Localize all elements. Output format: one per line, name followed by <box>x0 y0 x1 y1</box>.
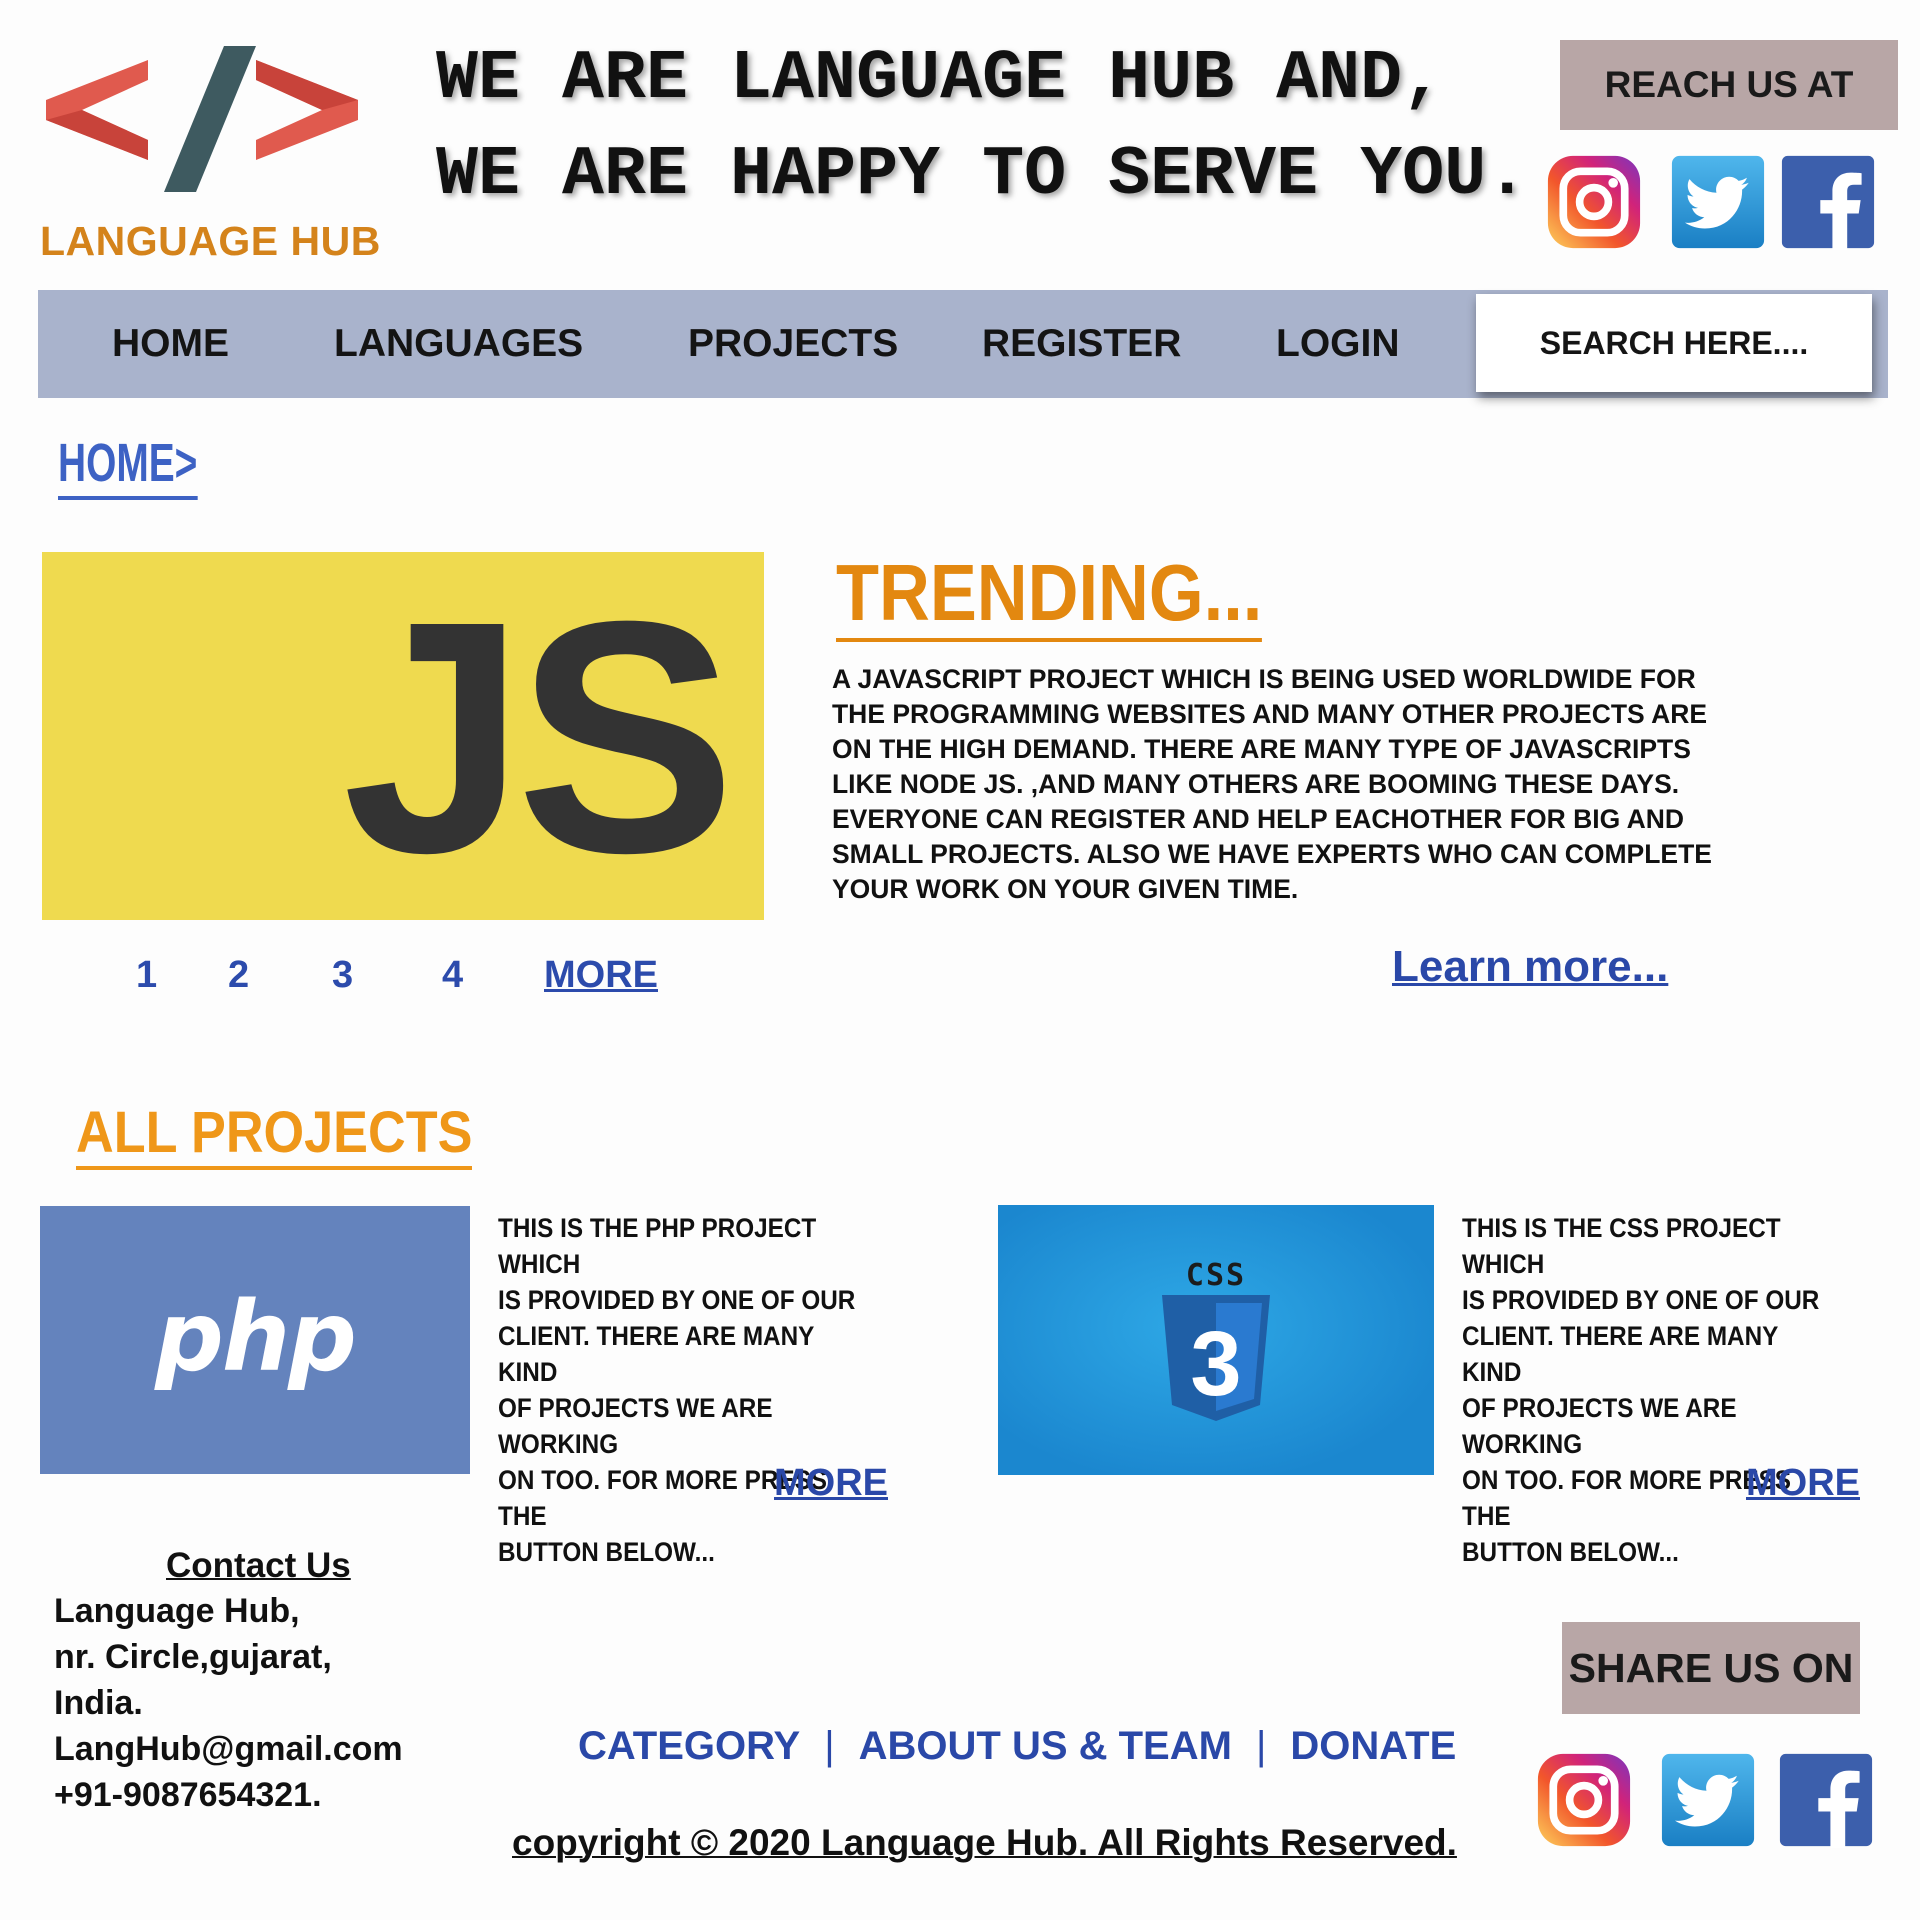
share-us-label: SHARE US ON <box>1562 1622 1860 1714</box>
tagline-line-2: WE ARE HAPPY TO SERVE YOU. <box>436 136 1529 215</box>
tagline-line-1: WE ARE LANGUAGE HUB AND, <box>436 40 1445 119</box>
css-project-image[interactable]: CSS 3 <box>998 1205 1434 1475</box>
css-more-link[interactable]: MORE <box>1746 1462 1860 1505</box>
tagline: WE ARE LANGUAGE HUB AND, WE ARE HAPPY TO… <box>436 32 1528 224</box>
css-project-description: THIS IS THE CSS PROJECT WHICH IS PROVIDE… <box>1462 1213 1820 1567</box>
footer-link-about-team[interactable]: ABOUT US & TEAM <box>859 1724 1232 1768</box>
facebook-icon[interactable] <box>1778 1752 1874 1848</box>
pager-more-link[interactable]: MORE <box>544 954 658 997</box>
trending-title: TRENDING... <box>836 548 1263 642</box>
php-more-link[interactable]: MORE <box>774 1462 888 1505</box>
reach-us-label: REACH US AT <box>1560 40 1898 130</box>
js-logo-text: JS <box>342 552 736 921</box>
pager-4[interactable]: 4 <box>442 954 463 997</box>
contact-country: India. <box>54 1684 143 1722</box>
facebook-icon[interactable] <box>1780 154 1876 250</box>
nav-login[interactable]: LOGIN <box>1276 290 1400 398</box>
all-projects-title: ALL PROJECTS <box>76 1100 473 1170</box>
pager-2[interactable]: 2 <box>228 954 249 997</box>
breadcrumb[interactable]: HOME> <box>58 432 198 500</box>
twitter-icon[interactable] <box>1660 1752 1756 1848</box>
pager-3[interactable]: 3 <box>332 954 353 997</box>
contact-address: nr. Circle,gujarat, <box>54 1638 332 1676</box>
contact-name: Language Hub, <box>54 1592 300 1630</box>
nav-languages[interactable]: LANGUAGES <box>334 290 583 398</box>
contact-phone: +91-9087654321. <box>54 1776 322 1814</box>
code-brackets-icon <box>46 46 358 192</box>
footer-separator: | <box>1255 1724 1267 1768</box>
php-project-description: THIS IS THE PHP PROJECT WHICH IS PROVIDE… <box>498 1213 856 1567</box>
footer-link-donate[interactable]: DONATE <box>1290 1724 1456 1768</box>
contact-us-title: Contact Us <box>166 1546 351 1585</box>
logo-text: LANGUAGE HUB <box>40 218 381 264</box>
footer-separator: | <box>824 1724 835 1768</box>
php-project-image[interactable]: php <box>40 1206 470 1474</box>
search-input[interactable]: SEARCH HERE.... <box>1476 294 1872 392</box>
nav-projects[interactable]: PROJECTS <box>688 290 898 398</box>
learn-more-link[interactable]: Learn more... <box>1392 942 1668 992</box>
nav-home[interactable]: HOME <box>112 290 229 398</box>
footer-link-category[interactable]: CATEGORY <box>578 1724 800 1768</box>
trending-description: A JAVASCRIPT PROJECT WHICH IS BEING USED… <box>832 664 1712 904</box>
css3-shield-icon: CSS 3 <box>1162 1258 1270 1421</box>
twitter-icon[interactable] <box>1670 154 1766 250</box>
css-logo-number: 3 <box>1190 1313 1241 1415</box>
php-logo-text: php <box>155 1281 357 1393</box>
pager-1[interactable]: 1 <box>136 954 157 997</box>
footer-links: CATEGORY | ABOUT US & TEAM | DONATE <box>578 1724 1456 1769</box>
instagram-icon[interactable] <box>1536 1752 1632 1848</box>
copyright-text: copyright © 2020 Language Hub. All Right… <box>512 1822 1457 1863</box>
instagram-icon[interactable] <box>1546 154 1642 250</box>
contact-email[interactable]: LangHub@gmail.com <box>54 1730 403 1769</box>
nav-register[interactable]: REGISTER <box>982 290 1181 398</box>
js-banner-image[interactable]: JS <box>42 552 764 920</box>
css-logo-label: CSS <box>1186 1258 1246 1293</box>
